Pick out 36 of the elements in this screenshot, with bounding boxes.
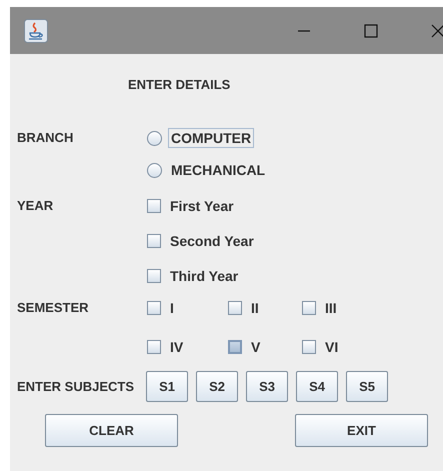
checkbox-option[interactable]: VI [302,336,342,358]
radio-button[interactable] [147,162,162,178]
checkbox-option[interactable]: Second Year [147,230,257,252]
action-button[interactable]: CLEAR [45,414,178,447]
checkbox-option[interactable]: First Year [147,195,237,217]
subject-button[interactable]: S1 [146,371,188,402]
subject-button[interactable]: S3 [246,371,288,402]
form-heading: ENTER DETAILS [128,76,230,94]
radio-option[interactable]: MECHANICAL [147,159,268,181]
branch-label: BRANCH [17,129,74,147]
checkbox-option[interactable]: V [228,336,264,358]
semester-label: SEMESTER [17,299,90,317]
year-label: YEAR [17,197,54,215]
checkbox[interactable] [147,199,161,213]
radio-button[interactable] [147,130,162,146]
checkbox-option[interactable]: III [302,297,340,319]
checkbox-option[interactable]: Third Year [147,265,242,287]
checkbox[interactable] [147,340,161,354]
coffee-cup-icon [24,18,48,42]
action-button[interactable]: EXIT [295,414,428,447]
close-icon[interactable] [431,24,443,38]
checkbox[interactable] [147,301,161,315]
subject-button[interactable]: S5 [346,371,388,402]
checkbox[interactable] [147,269,161,283]
subjects-label: ENTER SUBJECTS [17,378,134,396]
checkbox-option[interactable]: I [147,297,177,319]
checkbox[interactable] [147,234,161,248]
checkbox[interactable] [228,340,242,354]
checkbox-option[interactable]: IV [147,336,186,358]
subject-button[interactable]: S4 [296,371,338,402]
maximize-icon[interactable] [364,24,378,38]
subject-button[interactable]: S2 [196,371,238,402]
checkbox[interactable] [228,301,242,315]
checkbox-option[interactable]: II [228,297,262,319]
checkbox[interactable] [302,340,316,354]
checkbox[interactable] [302,301,316,315]
